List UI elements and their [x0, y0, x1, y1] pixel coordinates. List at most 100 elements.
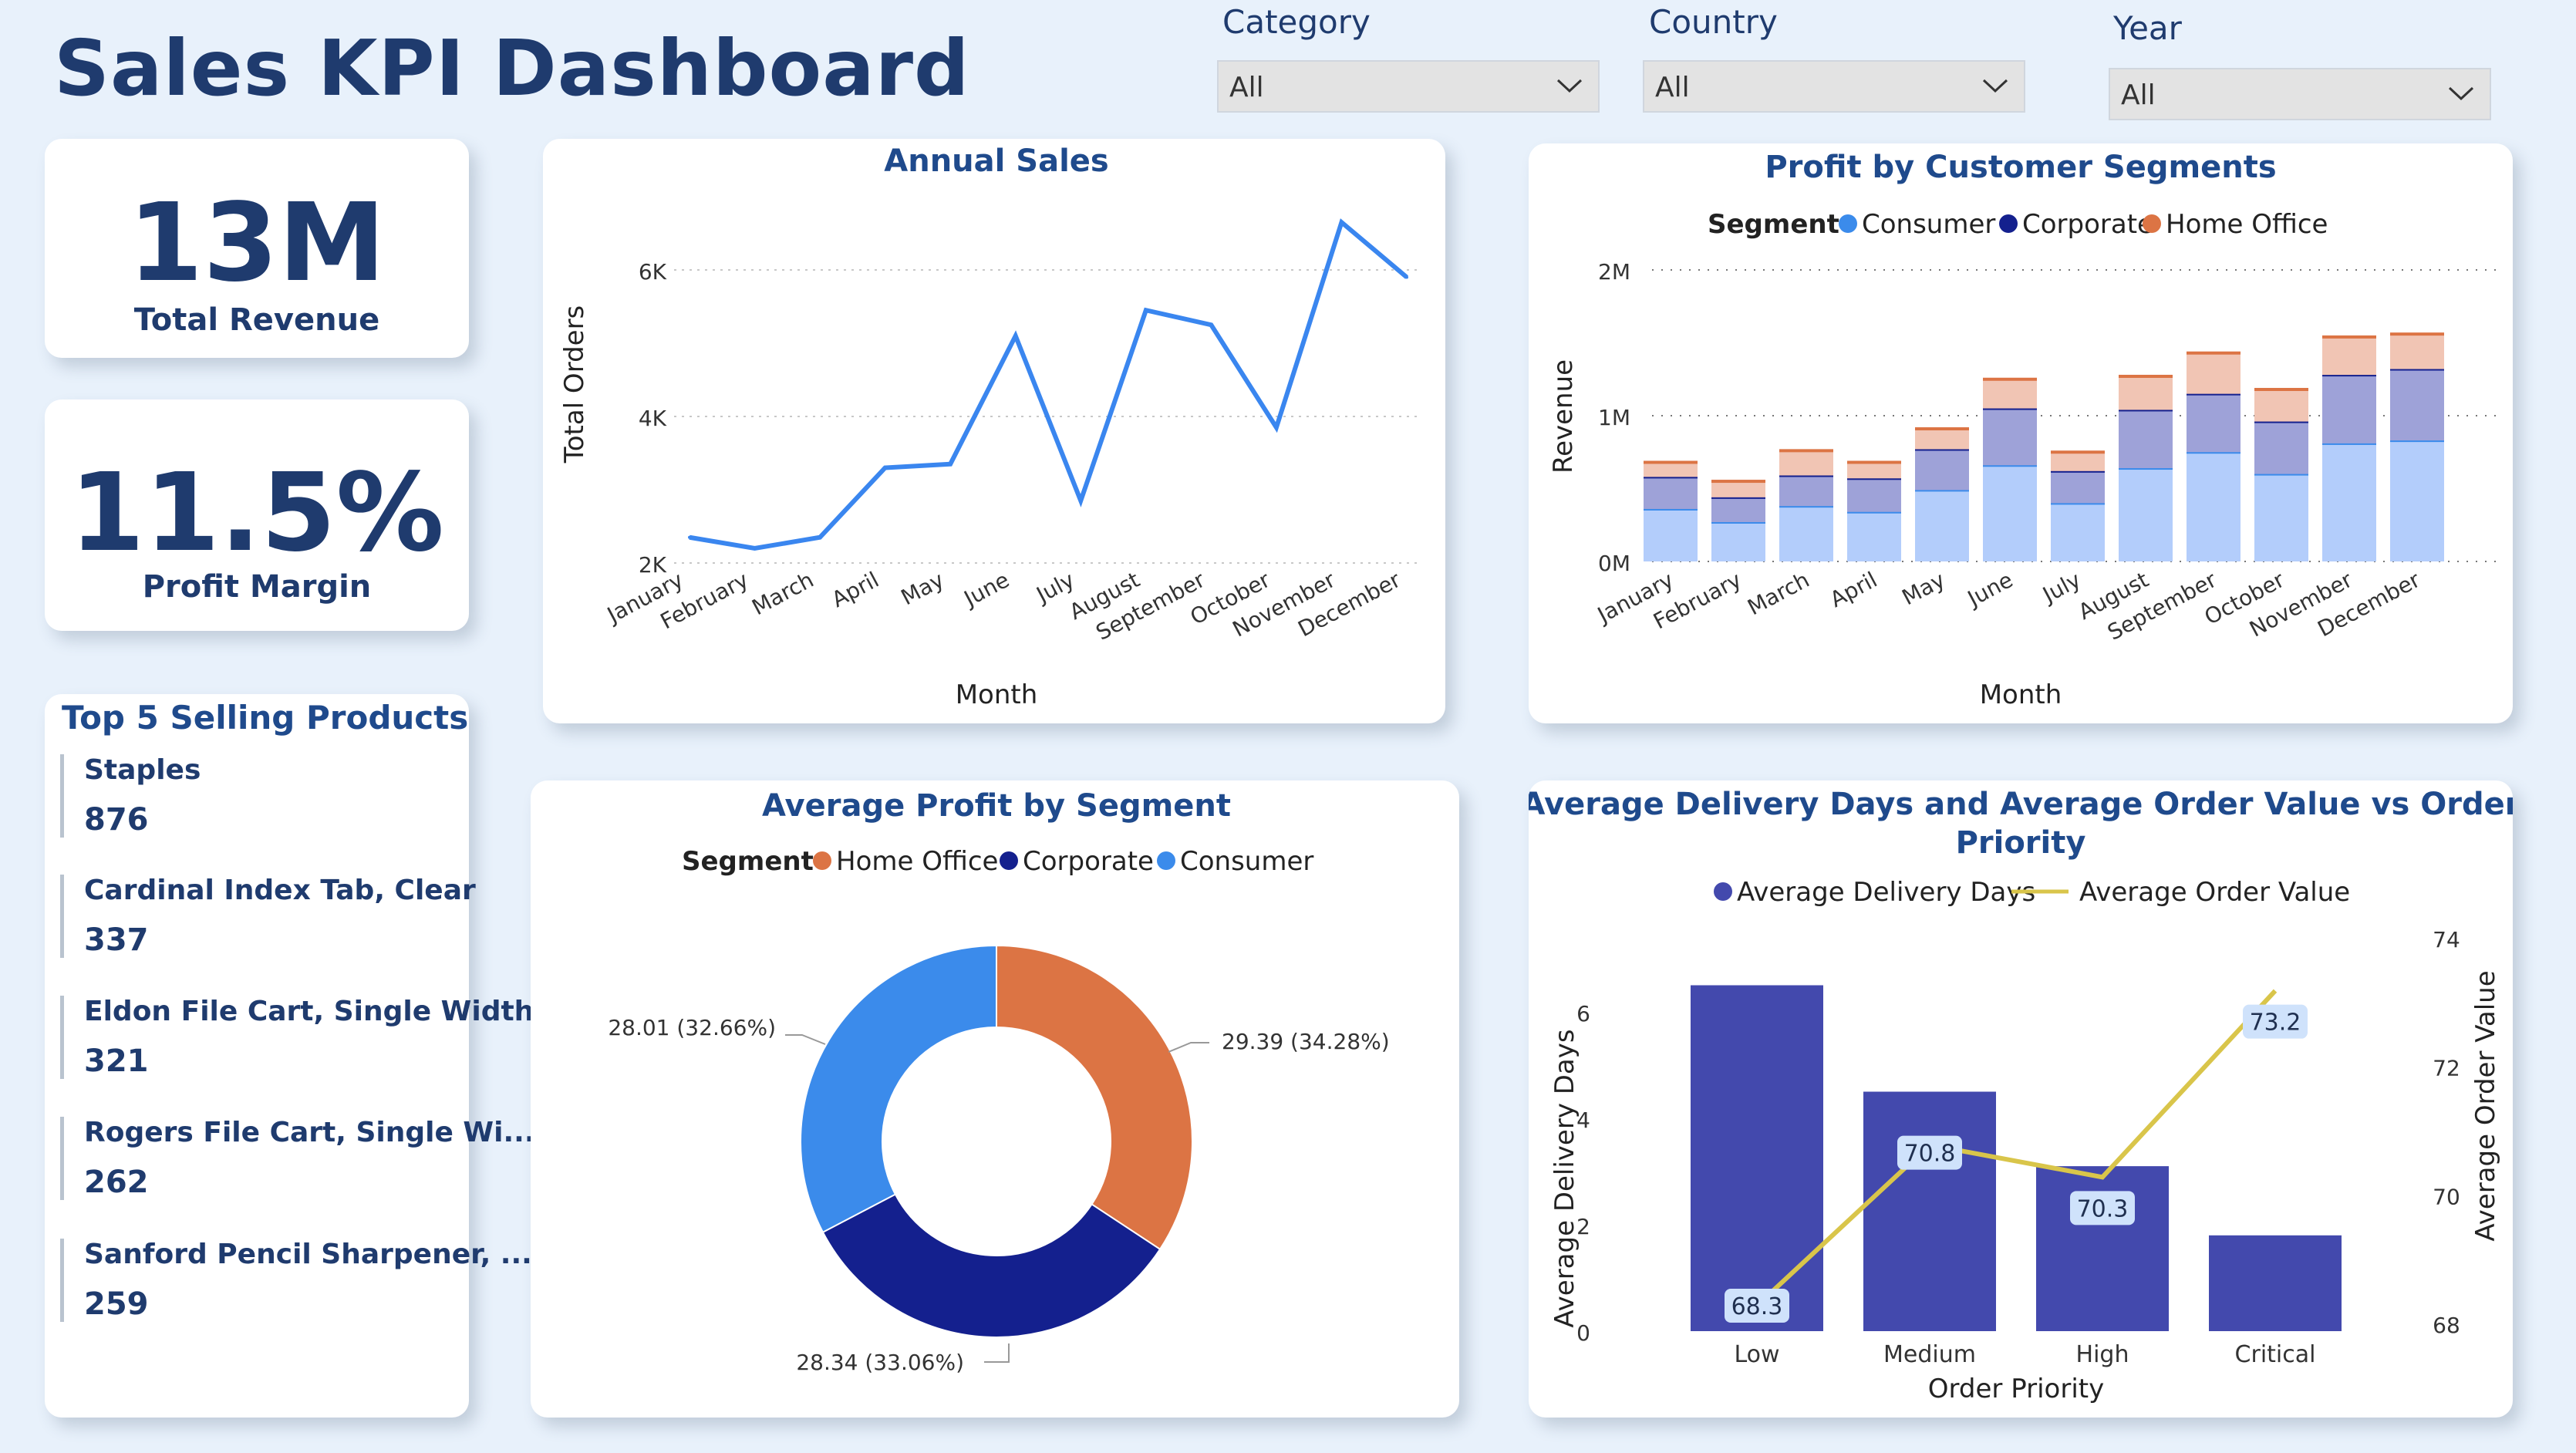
country-dropdown-value: All: [1655, 72, 1690, 103]
data-point: [1079, 499, 1083, 503]
data-point: [1340, 221, 1344, 224]
bar-segment-edge: [2187, 351, 2241, 355]
bar-segment-edge: [1915, 427, 1969, 431]
x-tick-label: March: [748, 567, 818, 620]
bar-segment: [1915, 449, 1969, 491]
x-tick-label: March: [1743, 567, 1813, 620]
chart-title: Average Delivery Days and Average Order …: [1529, 787, 2513, 822]
bar-segment: [2051, 470, 2105, 504]
country-dropdown[interactable]: All: [1643, 60, 2025, 113]
y-tick-label: 2M: [1598, 259, 1630, 285]
bar-segment: [2119, 410, 2173, 469]
legend-marker: [813, 851, 831, 870]
x-tick-label: April: [828, 567, 883, 612]
y-tick-label: 6K: [639, 259, 667, 285]
x-tick-label: Low: [1734, 1341, 1779, 1368]
product-value: 337: [84, 922, 149, 958]
data-point: [949, 462, 953, 466]
chevron-down-icon: [2448, 86, 2474, 101]
legend-label: Consumer: [1862, 209, 1995, 240]
bar-segment: [1644, 477, 1698, 509]
bar-segment: [1779, 450, 1833, 476]
filter-category-label: Category: [1222, 3, 1371, 41]
y-axis-label: Average Delivery Days: [1549, 1029, 1580, 1327]
x-tick-label: April: [1826, 567, 1881, 612]
y-tick-label: 6: [1576, 1001, 1590, 1027]
bar-segment: [1779, 506, 1833, 561]
sales-line: [689, 218, 1408, 551]
data-label: 73.2: [2250, 1010, 2301, 1037]
avg-profit-chart: Average Profit by Segment Segment Home O…: [608, 788, 1389, 1375]
data-label: 68.3: [1731, 1293, 1783, 1320]
list-item: Cardinal Index Tab, Clear 337: [60, 875, 476, 958]
bar-segment: [1779, 475, 1833, 507]
legend-label: Average Order Value: [2079, 877, 2350, 908]
bar-segment-edge: [1847, 460, 1901, 464]
bar-segment: [2254, 389, 2308, 422]
chart-legend: Segment Consumer Corporate Home Office: [1708, 209, 2328, 240]
chart-title-line2: Priority: [1956, 825, 2086, 861]
filter-year-label: Year: [2113, 9, 2182, 47]
category-dropdown[interactable]: All: [1217, 60, 1600, 113]
x-axis-label: Month: [1980, 679, 2062, 710]
bar-segment: [2119, 468, 2173, 561]
category-dropdown-value: All: [1229, 72, 1264, 103]
leader-line: [785, 1034, 826, 1045]
legend-marker: [1157, 851, 1175, 870]
bar-segment: [2119, 376, 2173, 410]
bar-segment-edge: [1711, 480, 1765, 484]
bar-segment: [2322, 443, 2376, 561]
donut-slice: [821, 1193, 1162, 1338]
top-products-title: Top 5 Selling Products: [62, 699, 469, 737]
legend-marker: [2143, 214, 2161, 233]
bar-segment: [2051, 452, 2105, 471]
product-name: Rogers File Cart, Single Wi...: [84, 1117, 535, 1148]
data-point: [1013, 334, 1017, 338]
legend-marker: [1000, 851, 1018, 870]
kpi-revenue-value: 13M: [127, 180, 386, 306]
year-dropdown[interactable]: All: [2109, 68, 2491, 120]
leader-line: [984, 1343, 1010, 1363]
list-item: Staples 876: [60, 754, 462, 838]
data-label: 28.01 (32.66%): [608, 1015, 776, 1040]
bar-segment: [2187, 352, 2241, 394]
bar-segment: [1711, 481, 1765, 497]
filter-country-label: Country: [1649, 3, 1778, 41]
y-tick-label: 1M: [1598, 405, 1630, 430]
chart-legend: Average Delivery Days Average Order Valu…: [1714, 877, 2350, 908]
bar-segment: [2051, 503, 2105, 561]
order-value-line: [1755, 989, 2278, 1308]
bar-segment-edge: [2390, 332, 2444, 336]
x-tick-label: June: [959, 567, 1013, 612]
product-name: Eldon File Cart, Single Width: [84, 996, 534, 1027]
product-name: Sanford Pencil Sharpener, ...: [84, 1239, 532, 1270]
bar-segment: [1915, 429, 1969, 450]
donut-slice: [800, 944, 997, 1234]
chart-title: Average Profit by Segment: [762, 788, 1231, 824]
y-tick-label: 0: [1576, 1320, 1590, 1346]
bar-segment: [2254, 474, 2308, 561]
bar-segment: [1983, 379, 2037, 409]
bar-segment-edge: [2119, 374, 2173, 378]
data-point: [883, 466, 887, 470]
chevron-down-icon: [1556, 79, 1583, 93]
bar: [2036, 1166, 2169, 1331]
bar-segment-edge: [1779, 449, 1833, 453]
legend-marker: [1714, 882, 1732, 901]
product-name: Staples: [84, 754, 201, 786]
x-tick-label: Critical: [2235, 1341, 2316, 1368]
list-item: Rogers File Cart, Single Wi... 262: [60, 1117, 535, 1200]
legend-label: Consumer: [1180, 846, 1313, 877]
bar-segment: [1847, 478, 1901, 512]
kpi-card-revenue: 13M Total Revenue: [45, 139, 469, 358]
kpi-card-margin: 11.5% Profit Margin: [45, 399, 469, 631]
y2-tick-label: 68: [2433, 1313, 2460, 1338]
product-value: 262: [84, 1165, 149, 1200]
year-dropdown-value: All: [2121, 79, 2156, 111]
chart-title: Profit by Customer Segments: [1765, 150, 2276, 185]
chevron-down-icon: [1982, 79, 2008, 93]
leader-line: [1168, 1042, 1209, 1053]
bar-segment: [2322, 336, 2376, 376]
bar: [1863, 1091, 1996, 1331]
y-tick-label: 4: [1576, 1107, 1590, 1133]
